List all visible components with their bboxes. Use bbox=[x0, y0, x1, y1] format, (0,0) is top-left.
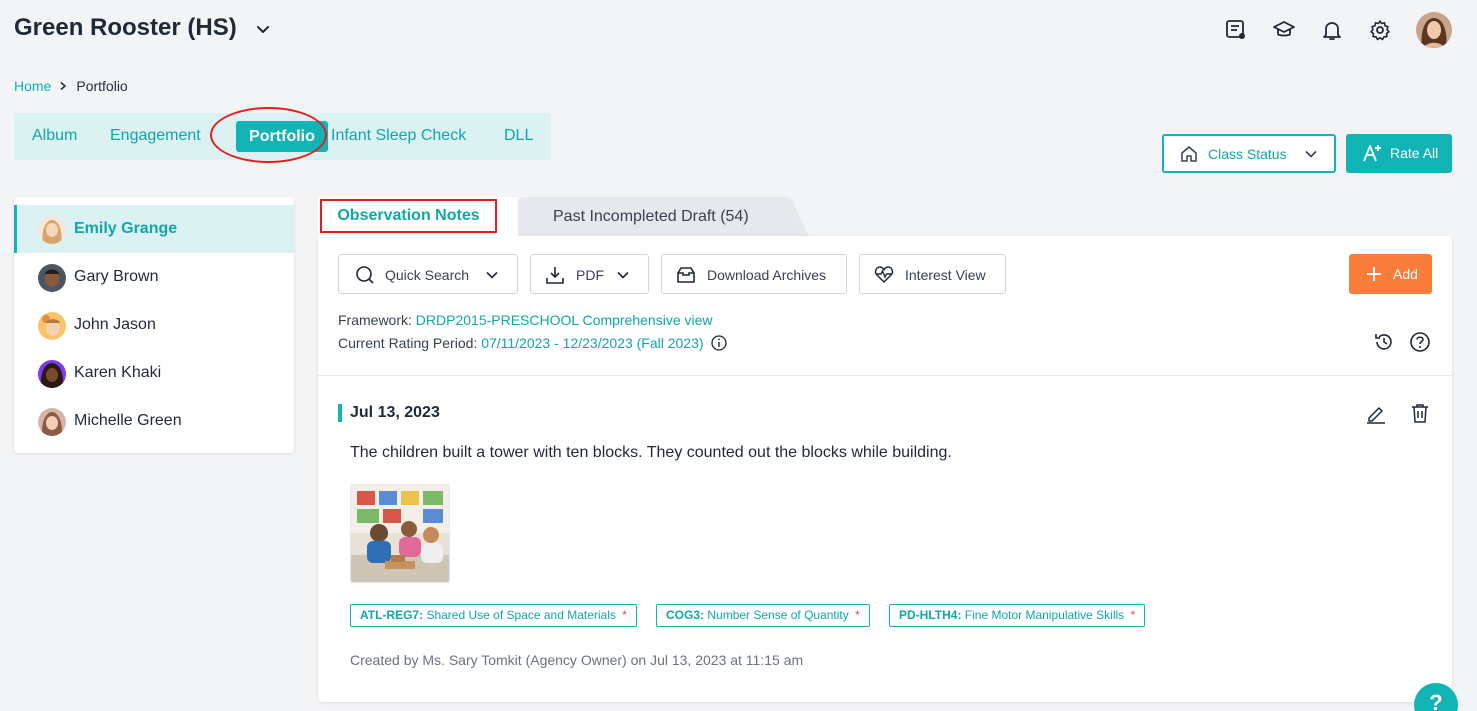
required-mark: * bbox=[622, 608, 627, 622]
archive-icon bbox=[677, 267, 695, 283]
add-label: Add bbox=[1393, 266, 1418, 282]
avatar bbox=[38, 408, 66, 436]
download-archives-label: Download Archives bbox=[707, 267, 827, 283]
chevron-down-icon[interactable] bbox=[254, 20, 272, 38]
child-item-michelle-green[interactable]: Michelle Green bbox=[14, 397, 294, 445]
user-avatar[interactable] bbox=[1416, 12, 1452, 48]
avatar bbox=[38, 312, 66, 340]
chevron-right-icon bbox=[60, 81, 67, 91]
home-icon bbox=[1181, 146, 1197, 162]
framework-value[interactable]: DRDP2015-PRESCHOOL Comprehensive view bbox=[416, 312, 713, 328]
skill-tag-code: ATL-REG7: bbox=[360, 608, 424, 622]
tab-observation-notes[interactable]: Observation Notes bbox=[320, 199, 497, 233]
quick-search-label: Quick Search bbox=[385, 267, 470, 283]
rating-period-value[interactable]: 07/11/2023 - 12/23/2023 (Fall 2023) bbox=[481, 335, 703, 351]
divider bbox=[318, 375, 1452, 376]
history-icon[interactable] bbox=[1373, 331, 1395, 353]
breadcrumb: Home Portfolio bbox=[14, 78, 128, 94]
avatar bbox=[38, 264, 66, 292]
chevron-down-icon bbox=[486, 271, 498, 279]
interest-view-button[interactable]: Interest View bbox=[859, 254, 1006, 294]
skill-tag-code: PD-HLTH4: bbox=[899, 608, 962, 622]
required-mark: * bbox=[855, 608, 860, 622]
class-status-dropdown[interactable]: Class Status bbox=[1162, 134, 1336, 173]
breadcrumb-current: Portfolio bbox=[76, 78, 128, 94]
graduation-cap-icon[interactable] bbox=[1272, 18, 1296, 42]
rating-period-label: Current Rating Period: bbox=[338, 335, 478, 351]
avatar bbox=[38, 216, 66, 244]
pdf-dropdown[interactable]: PDF bbox=[530, 254, 649, 294]
plus-icon bbox=[1367, 267, 1381, 281]
gear-icon[interactable] bbox=[1368, 18, 1392, 42]
tab-engagement[interactable]: Engagement bbox=[110, 127, 201, 145]
pdf-label: PDF bbox=[576, 267, 604, 283]
avatar bbox=[38, 360, 66, 388]
note-date: Jul 13, 2023 bbox=[350, 404, 440, 421]
heart-pulse-icon bbox=[874, 266, 894, 283]
search-icon bbox=[356, 266, 374, 284]
top-bar: Green Rooster (HS) bbox=[0, 0, 1477, 60]
class-status-label: Class Status bbox=[1208, 146, 1287, 162]
note-photo[interactable] bbox=[350, 484, 450, 583]
child-list: Emily Grange Gary Brown John Jason Karen… bbox=[14, 197, 294, 453]
breadcrumb-home-link[interactable]: Home bbox=[14, 78, 51, 94]
skill-tag[interactable]: ATL-REG7: Shared Use of Space and Materi… bbox=[350, 604, 637, 627]
quick-search-dropdown[interactable]: Quick Search bbox=[338, 254, 518, 294]
child-name: John Jason bbox=[74, 316, 156, 333]
interest-view-label: Interest View bbox=[905, 267, 986, 283]
skill-tag-code: COG3: bbox=[666, 608, 705, 622]
skill-tag[interactable]: PD-HLTH4: Fine Motor Manipulative Skills… bbox=[889, 604, 1146, 627]
framework-label: Framework: bbox=[338, 312, 412, 328]
org-title: Green Rooster (HS) bbox=[14, 14, 237, 41]
skill-tag-desc: Fine Motor Manipulative Skills bbox=[964, 608, 1125, 622]
tab-album[interactable]: Album bbox=[32, 127, 77, 145]
child-name: Michelle Green bbox=[74, 412, 182, 429]
created-by: Created by Ms. Sary Tomkit (Agency Owner… bbox=[350, 652, 804, 668]
help-circle-icon[interactable] bbox=[1409, 331, 1431, 353]
tab-past-incompleted-draft[interactable]: Past Incompleted Draft (54) bbox=[553, 208, 749, 226]
child-item-karen-khaki[interactable]: Karen Khaki bbox=[14, 349, 294, 397]
trash-icon[interactable] bbox=[1409, 402, 1431, 424]
skill-tag-desc: Number Sense of Quantity bbox=[707, 608, 849, 622]
scrollbar-track[interactable] bbox=[1466, 0, 1477, 711]
rate-icon bbox=[1363, 145, 1381, 162]
skill-tag-desc: Shared Use of Space and Materials bbox=[426, 608, 616, 622]
child-item-emily-grange[interactable]: Emily Grange bbox=[14, 205, 294, 253]
chevron-down-icon bbox=[617, 271, 629, 279]
add-button[interactable]: Add bbox=[1349, 254, 1432, 294]
rate-all-label: Rate All bbox=[1390, 145, 1439, 161]
messages-icon[interactable] bbox=[1224, 18, 1248, 42]
rate-all-button[interactable]: Rate All bbox=[1346, 134, 1452, 173]
rating-period-line: Current Rating Period: 07/11/2023 - 12/2… bbox=[338, 335, 728, 351]
download-archives-button[interactable]: Download Archives bbox=[661, 254, 847, 294]
edit-icon[interactable] bbox=[1365, 402, 1387, 424]
note-date-marker bbox=[338, 404, 342, 422]
child-name: Emily Grange bbox=[74, 220, 178, 237]
skill-tag[interactable]: COG3: Number Sense of Quantity * bbox=[656, 604, 870, 627]
tab-infant-sleep-check[interactable]: Infant Sleep Check bbox=[331, 127, 466, 145]
highlight-circle bbox=[210, 107, 327, 163]
child-item-gary-brown[interactable]: Gary Brown bbox=[14, 253, 294, 301]
framework-line: Framework: DRDP2015-PRESCHOOL Comprehens… bbox=[338, 312, 713, 328]
download-icon bbox=[546, 267, 564, 284]
tab-dll[interactable]: DLL bbox=[504, 127, 533, 145]
chevron-down-icon bbox=[1305, 150, 1317, 158]
observation-notes-panel bbox=[318, 236, 1452, 702]
info-icon[interactable] bbox=[711, 335, 728, 351]
bell-icon[interactable] bbox=[1320, 18, 1344, 42]
required-mark: * bbox=[1130, 608, 1136, 622]
child-item-john-jason[interactable]: John Jason bbox=[14, 301, 294, 349]
child-name: Gary Brown bbox=[74, 268, 159, 285]
child-name: Karen Khaki bbox=[74, 364, 162, 381]
note-text: The children built a tower with ten bloc… bbox=[350, 444, 952, 461]
